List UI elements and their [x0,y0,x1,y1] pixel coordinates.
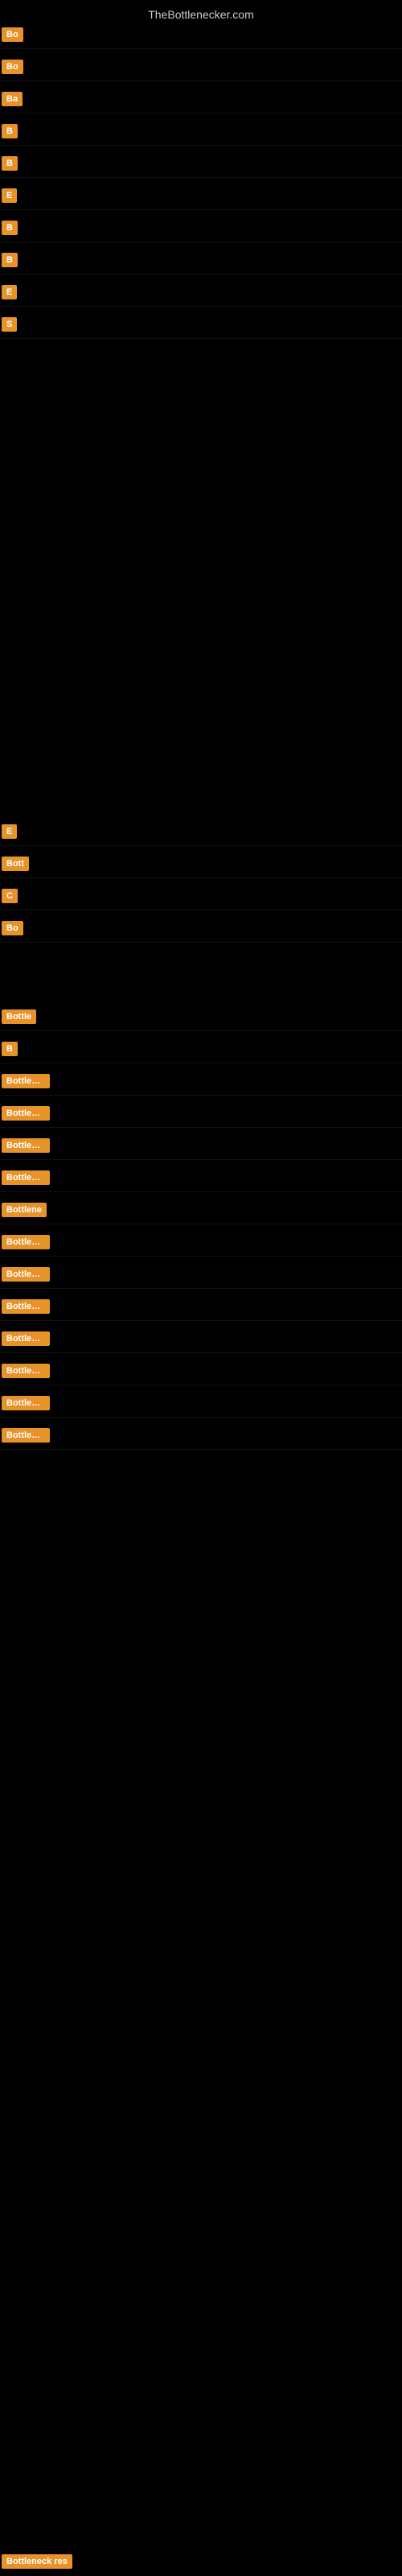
list-item: B [0,218,402,242]
list-item: Bottleneck [0,1104,402,1128]
btn-5[interactable]: E [2,188,17,203]
btn-3[interactable]: B [2,124,18,138]
bottom-btn-10[interactable]: Bottleneck resu [2,1331,50,1346]
list-item: Bottleneck resu [0,1329,402,1353]
top-section: Bo Bo Ba B B E B [0,25,402,339]
lower-btn-3[interactable]: Bo [2,921,23,935]
btn-9[interactable]: S [2,317,17,332]
bottom-btn-11[interactable]: Bottleneck resu [2,1364,50,1378]
list-item: Bo [0,919,402,943]
bottom-btn-1[interactable]: B [2,1042,18,1056]
bottleneck-result-label: Bottleneck res [0,2551,74,2576]
btn-2[interactable]: Ba [2,92,23,106]
list-item: B [0,122,402,146]
list-item: Bottle [0,1007,402,1031]
list-item: Bottleneck re [0,1136,402,1160]
list-item: B [0,154,402,178]
list-item: E [0,283,402,307]
list-item: Bott [0,854,402,878]
bottom-btn-8[interactable]: Bottleneck resu [2,1267,50,1282]
bottom-btn-9[interactable]: Bottleneck resu [2,1299,50,1314]
bottleneck-section: Bottle B Bottlenec Bottleneck Bottleneck… [0,1007,402,1450]
list-item: Bottleneck resu [0,1265,402,1289]
btn-7[interactable]: B [2,253,18,267]
site-header: TheBottlenecker.com [0,0,402,25]
lower-btn-0[interactable]: E [2,824,17,839]
btn-6[interactable]: B [2,221,18,235]
bottom-btn-2[interactable]: Bottlenec [2,1074,50,1088]
list-item: C [0,886,402,910]
btn-0[interactable]: Bo [2,27,23,42]
list-item: B [0,1039,402,1063]
lower-btn-2[interactable]: C [2,889,18,903]
bottom-btn-4[interactable]: Bottleneck re [2,1138,50,1153]
list-item: Ba [0,89,402,114]
list-item: B [0,250,402,275]
bottom-btn-0[interactable]: Bottle [2,1009,36,1024]
list-item: Bottlenec [0,1071,402,1096]
list-item: Bottleneck re [0,1232,402,1257]
list-item: Bottlene [0,1200,402,1224]
chart-area [0,339,402,822]
bottom-btn-5[interactable]: Bottleneck d [2,1170,50,1185]
list-item: Bo [0,57,402,81]
lower-btn-1[interactable]: Bott [2,857,29,871]
list-item: Bottleneck d [0,1168,402,1192]
bottom-btn-12[interactable]: Bottleneck resu [2,1396,50,1410]
bottom-btn-6[interactable]: Bottlene [2,1203,47,1217]
list-item: Bottleneck resu [0,1393,402,1418]
list-item: S [0,315,402,339]
bottom-btn-7[interactable]: Bottleneck re [2,1235,50,1249]
btn-8[interactable]: E [2,285,17,299]
list-item: Bottleneck resu [0,1361,402,1385]
bottom-btn-3[interactable]: Bottleneck [2,1106,50,1121]
mid-spacer [0,943,402,1007]
list-item: Bottleneck resu [0,1297,402,1321]
list-item: E [0,822,402,846]
lower-section: E Bott C Bo [0,822,402,943]
btn-4[interactable]: B [2,156,18,171]
list-item: Bottleneck re [0,1426,402,1450]
bottom-btn-13[interactable]: Bottleneck re [2,1428,50,1443]
list-item: E [0,186,402,210]
bottleneck-result-btn[interactable]: Bottleneck res [2,2554,72,2569]
btn-1[interactable]: Bo [2,60,23,74]
list-item: Bo [0,25,402,49]
